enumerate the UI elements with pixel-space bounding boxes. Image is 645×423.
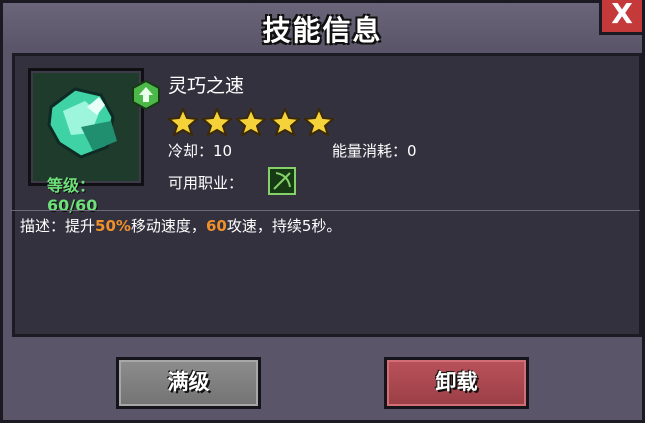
job-label: 可用职业： — [168, 174, 244, 192]
star-icon — [168, 108, 198, 136]
skill-info-dialog: 技能信息 X 等级：60/60 灵巧之速 冷却：10 能量消耗：0 可用职业： — [0, 0, 645, 423]
upgrade-badge-icon — [132, 80, 160, 110]
dialog-title: 技能信息 — [262, 14, 383, 47]
desc-mid: 移动速度， — [130, 217, 206, 235]
skill-level: 等级：60/60 — [47, 176, 98, 215]
star-icon — [304, 108, 334, 136]
star-icon — [270, 108, 300, 136]
skill-description: 描述：提升50%移动速度，60攻速，持续5秒。 — [20, 215, 341, 236]
energy-cost-label: 能量消耗：0 — [332, 142, 417, 160]
desc-prefix: 描述：提升 — [20, 217, 96, 235]
desc-speed-value: 50% — [95, 217, 131, 235]
divider — [10, 210, 640, 211]
close-button[interactable]: X — [599, 0, 645, 35]
skill-icon-frame: 等级：60/60 — [28, 68, 160, 215]
star-icon — [236, 108, 266, 136]
boot-icon — [47, 87, 117, 159]
max-level-button[interactable]: 满级 — [116, 357, 261, 409]
cooldown-label: 冷却：10 — [168, 142, 233, 160]
skill-panel: 等级：60/60 — [12, 53, 642, 337]
title-bar: 技能信息 — [3, 3, 642, 49]
desc-attack-value: 60 — [205, 217, 227, 235]
desc-suffix: 攻速，持续5秒。 — [226, 217, 342, 235]
star-rating — [168, 108, 334, 136]
bow-class-icon — [268, 167, 296, 195]
skill-name: 灵巧之速 — [168, 75, 245, 97]
star-icon — [202, 108, 232, 136]
unload-button[interactable]: 卸载 — [384, 357, 529, 409]
